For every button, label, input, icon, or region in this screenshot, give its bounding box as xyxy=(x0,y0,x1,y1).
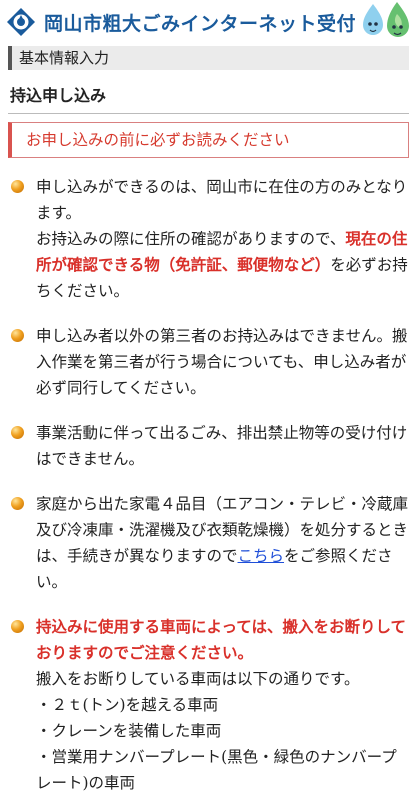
header: 岡山市粗大ごみインターネット受付 xyxy=(0,0,417,44)
bullet-text: 申し込みができるのは、岡山市に在住の方のみとなります。 xyxy=(36,178,408,222)
bullet-list: 申し込みができるのは、岡山市に在住の方のみとなります。 お持込みの際に住所の確認… xyxy=(6,174,411,796)
vehicle-rule: ・２ｔ(トン)を越える車両 xyxy=(36,696,219,714)
site-title[interactable]: 岡山市粗大ごみインターネット受付 xyxy=(44,9,356,36)
divider xyxy=(8,113,409,114)
mascot-icon xyxy=(363,2,409,37)
bullet-text: お持込みの際に住所の確認がありますので、 xyxy=(36,230,346,248)
vehicle-rule: ・営業用ナンバープレート(黒色・緑色のナンバープレート)の車両 xyxy=(36,748,397,792)
bullet-text: 申し込み者以外の第三者のお持込みはできません。搬入作業を第三者が行う場合について… xyxy=(36,327,408,397)
appliance-info-link[interactable]: こちら xyxy=(238,547,285,565)
bullet-icon xyxy=(11,426,24,439)
bullet-item-business-waste: 事業活動に伴って出るごみ、排出禁止物等の受け付けはできません。 xyxy=(6,420,411,472)
bullet-text: 搬入をお断りしている車両は以下の通りです。 xyxy=(36,670,360,688)
bullet-item-vehicles: 持込みに使用する車両によっては、搬入をお断りしておりますのでご注意ください。 搬… xyxy=(6,614,411,796)
vehicle-rule: ・クレーンを装備した車両 xyxy=(36,722,222,740)
notice-box: お申し込みの前に必ずお読みください xyxy=(8,122,409,158)
bullet-item-third-party: 申し込み者以外の第三者のお持込みはできません。搬入作業を第三者が行う場合について… xyxy=(6,323,411,401)
bullet-text: 事業活動に伴って出るごみ、排出禁止物等の受け付けはできません。 xyxy=(36,424,408,468)
section-header: 基本情報入力 xyxy=(8,46,409,70)
bullet-icon xyxy=(11,180,24,193)
bullet-icon xyxy=(11,497,24,510)
bullet-icon xyxy=(11,620,24,633)
bullet-item-residency: 申し込みができるのは、岡山市に在住の方のみとなります。 お持込みの際に住所の確認… xyxy=(6,174,411,304)
bullet-item-appliances: 家庭から出た家電４品目（エアコン・テレビ・冷蔵庫及び冷凍庫・洗濯機及び衣類乾燥機… xyxy=(6,491,411,595)
bullet-warning: 持込みに使用する車両によっては、搬入をお断りしておりますのでご注意ください。 xyxy=(36,617,406,662)
bullet-icon xyxy=(11,329,24,342)
city-emblem-icon xyxy=(7,8,35,36)
subsection-title: 持込申し込み xyxy=(10,86,107,105)
